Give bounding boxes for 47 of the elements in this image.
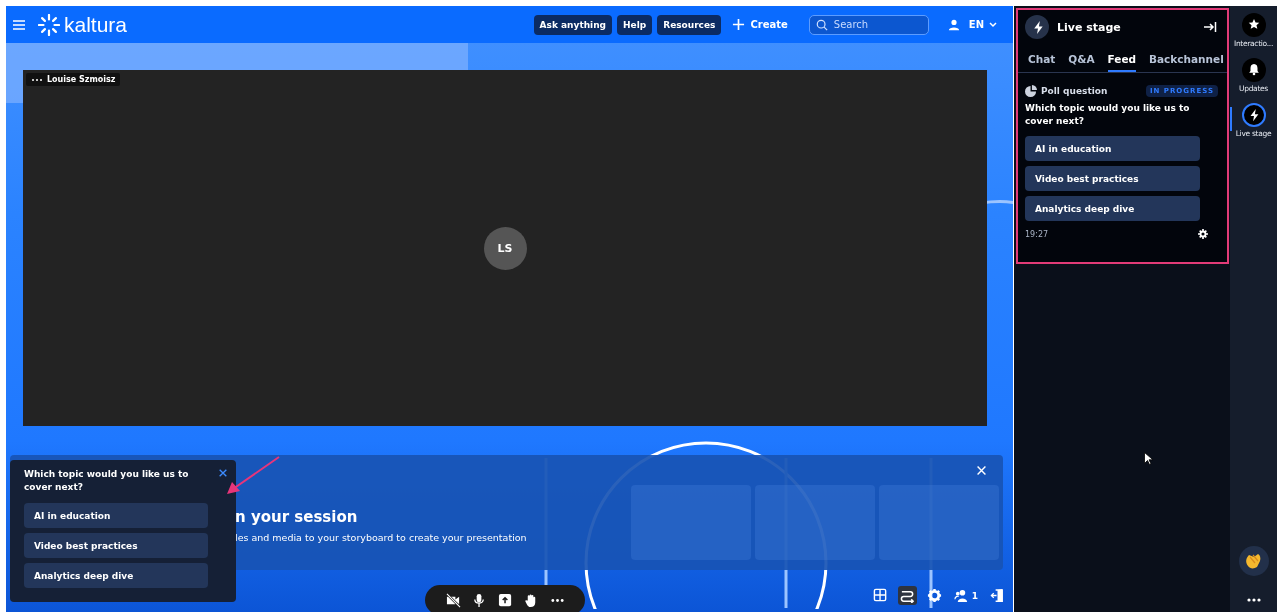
exit-icon[interactable] bbox=[1203, 20, 1217, 34]
poll-option[interactable]: Analytics deep dive bbox=[1025, 196, 1200, 221]
share-screen-icon[interactable] bbox=[497, 592, 513, 608]
kaltura-logo[interactable]: kaltura bbox=[38, 12, 128, 37]
tab[interactable]: Feed bbox=[1107, 53, 1137, 72]
banner-subtitle: les and media to your storyboard to create your presentation bbox=[235, 531, 528, 543]
avatar: LS bbox=[483, 226, 527, 270]
menu-icon[interactable] bbox=[12, 17, 26, 32]
header-button[interactable]: Resources bbox=[657, 14, 722, 35]
header-button[interactable]: Ask anything bbox=[533, 14, 613, 35]
language-selector[interactable]: EN bbox=[964, 17, 1001, 32]
poll-option[interactable]: Video best practices bbox=[1025, 166, 1200, 191]
header-button[interactable]: Help bbox=[617, 14, 653, 35]
bolt-icon bbox=[1025, 15, 1049, 39]
microphone-icon[interactable] bbox=[471, 592, 487, 608]
clapping-hands-icon[interactable] bbox=[1238, 546, 1269, 576]
settings-icon[interactable] bbox=[1198, 229, 1208, 239]
poll-icon bbox=[1025, 85, 1037, 97]
banner-title: n your session bbox=[235, 507, 359, 526]
camera-off-icon[interactable] bbox=[445, 592, 461, 608]
close-button[interactable] bbox=[218, 468, 228, 478]
user-icon[interactable] bbox=[947, 18, 960, 31]
poll-question: Which topic would you like us to cover next? bbox=[1025, 102, 1191, 127]
people-icon bbox=[953, 588, 969, 603]
poll-option[interactable]: Analytics deep dive bbox=[24, 563, 208, 588]
poll-time: 19:27 bbox=[1025, 229, 1049, 239]
more-icon[interactable] bbox=[1246, 598, 1261, 602]
tab[interactable]: Backchannel bbox=[1149, 53, 1224, 72]
chevron-down-icon bbox=[989, 21, 997, 28]
panel-title: Live stage bbox=[1057, 20, 1122, 34]
plus-icon bbox=[732, 18, 746, 31]
poll-option[interactable]: AI in education bbox=[1025, 136, 1200, 161]
annotation-arrow bbox=[225, 456, 281, 496]
poll-option[interactable]: Video best practices bbox=[24, 533, 208, 558]
poll-option[interactable]: AI in education bbox=[24, 503, 208, 528]
flow-button[interactable] bbox=[897, 586, 917, 605]
bell-icon bbox=[1246, 63, 1261, 77]
mouse-cursor-icon bbox=[1144, 452, 1153, 465]
poll-label: Poll question bbox=[1041, 86, 1108, 96]
poll-question: Which topic would you like us to cover next? bbox=[24, 468, 190, 494]
create-button[interactable]: Create bbox=[726, 15, 794, 34]
tab[interactable]: Chat bbox=[1028, 53, 1056, 72]
participants-button[interactable]: 1 bbox=[951, 586, 980, 605]
tab[interactable]: Q&A bbox=[1068, 53, 1095, 72]
search-icon bbox=[815, 18, 828, 31]
search-field[interactable]: Search bbox=[808, 14, 929, 35]
participant-name: Louise Szmoisz bbox=[47, 75, 116, 84]
